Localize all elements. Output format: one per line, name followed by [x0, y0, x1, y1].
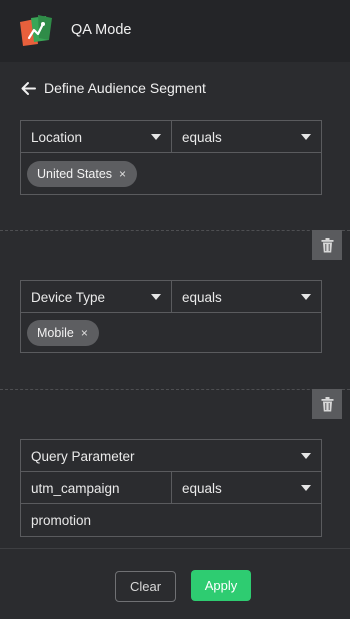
field-select[interactable]: Query Parameter: [21, 440, 321, 472]
operator-select-value: equals: [182, 289, 222, 305]
operator-select[interactable]: equals: [171, 281, 321, 313]
caret-down-icon: [151, 134, 161, 140]
operator-select-value: equals: [182, 129, 222, 145]
operator-select-value: equals: [182, 480, 222, 496]
param-value-text: promotion: [31, 512, 92, 528]
operator-select[interactable]: equals: [171, 121, 321, 153]
field-select[interactable]: Location: [21, 121, 171, 153]
value-chip-label: United States: [37, 166, 113, 181]
caret-down-icon: [301, 485, 311, 491]
app-header: QA Mode: [0, 0, 350, 62]
qa-mode-logo: [20, 15, 52, 46]
value-chip: Mobile ×: [27, 319, 99, 346]
field-select-value: Query Parameter: [31, 448, 135, 464]
clear-button[interactable]: Clear: [115, 571, 176, 602]
footer-actions: Clear Apply: [0, 548, 350, 619]
param-value-input[interactable]: promotion: [21, 504, 321, 536]
param-key-value: utm_campaign: [31, 480, 120, 496]
value-chip-label: Mobile: [37, 325, 74, 340]
trash-icon: [321, 237, 333, 252]
chip-remove-icon[interactable]: ×: [81, 326, 88, 340]
value-chip: United States ×: [27, 160, 138, 187]
caret-down-icon: [151, 294, 161, 300]
value-tag-input[interactable]: Mobile ×: [21, 313, 321, 352]
condition-location: Location equals United States ×: [20, 120, 322, 195]
caret-down-icon: [301, 294, 311, 300]
operator-select[interactable]: equals: [171, 472, 321, 504]
page-title: Define Audience Segment: [44, 80, 206, 96]
delete-condition-button[interactable]: [312, 389, 342, 419]
arrow-left-icon[interactable]: [20, 80, 37, 97]
field-select[interactable]: Device Type: [21, 281, 171, 313]
condition-divider: [0, 389, 350, 390]
caret-down-icon: [301, 134, 311, 140]
condition-query-parameter: Query Parameter utm_campaign equals prom…: [20, 439, 322, 537]
param-key-input[interactable]: utm_campaign: [21, 472, 171, 504]
condition-device-type: Device Type equals Mobile ×: [20, 280, 322, 353]
delete-condition-button[interactable]: [312, 230, 342, 260]
trash-icon: [321, 396, 333, 411]
field-select-value: Location: [31, 129, 83, 145]
condition-divider: [0, 230, 350, 231]
caret-down-icon: [301, 453, 311, 459]
value-tag-input[interactable]: United States ×: [21, 153, 321, 194]
field-select-value: Device Type: [31, 289, 106, 305]
apply-button[interactable]: Apply: [191, 570, 251, 601]
app-title: QA Mode: [71, 22, 132, 38]
chip-remove-icon[interactable]: ×: [119, 167, 126, 181]
